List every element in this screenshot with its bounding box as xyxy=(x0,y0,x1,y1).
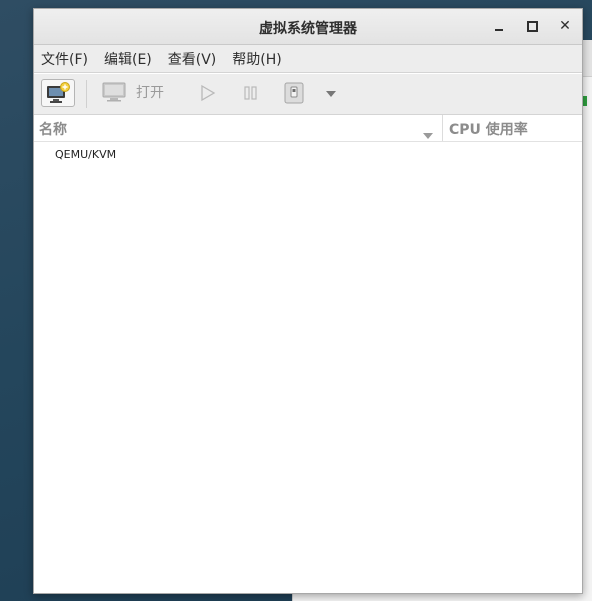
close-icon: ✕ xyxy=(559,18,571,34)
new-vm-button[interactable] xyxy=(41,79,75,107)
pause-icon xyxy=(244,86,257,100)
maximize-icon xyxy=(526,20,538,32)
run-button[interactable] xyxy=(200,84,216,102)
shutdown-button[interactable] xyxy=(284,82,304,104)
menu-view[interactable]: 查看(V) xyxy=(168,49,217,69)
menu-file[interactable]: 文件(F) xyxy=(41,49,88,69)
background-status-indicator xyxy=(583,96,587,106)
column-header: 名称 CPU 使用率 xyxy=(34,115,582,142)
column-cpu-header[interactable]: CPU 使用率 xyxy=(449,119,528,139)
play-icon xyxy=(201,84,216,102)
menu-help[interactable]: 帮助(H) xyxy=(232,49,281,69)
toolbar-separator xyxy=(86,80,87,108)
minimize-button[interactable] xyxy=(490,17,508,35)
toolbar: 打开 xyxy=(34,74,582,115)
sort-arrow-icon[interactable] xyxy=(422,125,434,144)
chevron-down-icon xyxy=(326,91,336,97)
close-button[interactable]: ✕ xyxy=(556,17,574,35)
connection-name: QEMU/KVM xyxy=(55,148,117,161)
menubar: 文件(F) 编辑(E) 查看(V) 帮助(H) xyxy=(34,45,582,73)
maximize-button[interactable] xyxy=(523,17,541,35)
power-icon xyxy=(284,82,304,104)
open-button[interactable]: 打开 xyxy=(102,82,164,102)
column-name-header[interactable]: 名称 xyxy=(39,119,67,139)
menu-edit[interactable]: 编辑(E) xyxy=(104,49,152,69)
new-vm-icon xyxy=(47,82,70,103)
shutdown-menu-dropdown[interactable] xyxy=(325,90,337,98)
connection-row[interactable]: QEMU/KVM xyxy=(34,145,582,167)
minimize-icon xyxy=(495,29,503,31)
pause-button[interactable] xyxy=(243,84,259,102)
column-divider[interactable] xyxy=(442,115,443,141)
virt-manager-window: 虚拟系统管理器 ✕ 文件(F) 编辑(E) 查看(V) 帮助(H) 打开 名称 … xyxy=(33,8,583,594)
open-button-label: 打开 xyxy=(136,85,164,101)
monitor-icon xyxy=(102,82,126,102)
titlebar: 虚拟系统管理器 ✕ xyxy=(34,9,582,45)
